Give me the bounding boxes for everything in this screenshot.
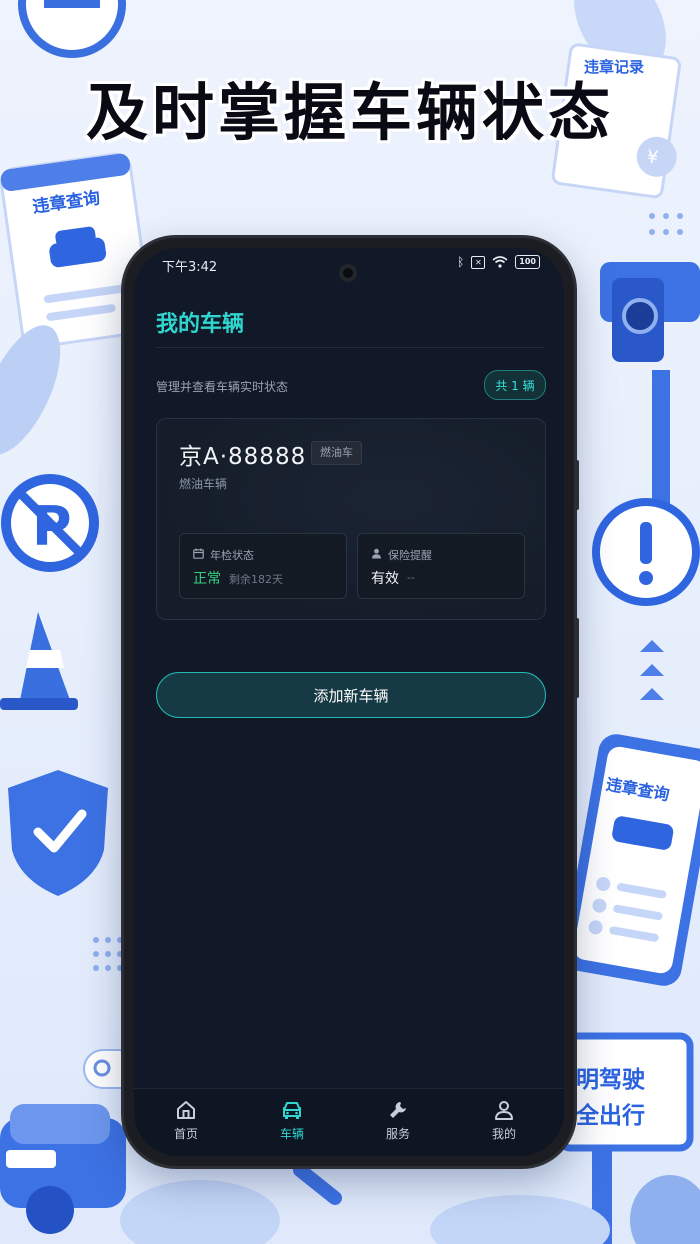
title-divider <box>156 347 544 348</box>
insurance-reminder-box[interactable]: 保险提醒 有效 -- <box>357 533 525 599</box>
page-title: 我的车辆 <box>156 312 245 337</box>
tab-home[interactable]: 首页 <box>156 1099 216 1142</box>
tab-services[interactable]: 服务 <box>368 1099 428 1142</box>
inspection-label: 年检状态 <box>210 549 254 562</box>
calendar-icon <box>193 548 204 559</box>
phone-frame: 下午3:42 ᛒ ✕ 100 我的车辆 管理并查看车辆实时状态 共 1 辆 京A… <box>124 238 579 1166</box>
tab-home-label: 首页 <box>173 1127 198 1141</box>
inspection-remaining: 剩余182天 <box>229 573 283 586</box>
promo-headline: 及时掌握车辆状态 <box>85 76 614 149</box>
add-vehicle-button[interactable]: 添加新车辆 <box>156 672 546 718</box>
inspection-value: 正常 <box>193 571 221 587</box>
insurance-label: 保险提醒 <box>388 549 432 562</box>
sim-icon: ✕ <box>471 255 486 269</box>
svg-text:P: P <box>32 495 72 558</box>
vehicle-card[interactable]: 京A·88888 燃油车 燃油车辆 年检状态 正常 剩余182天 保险提醒 有效… <box>156 418 546 620</box>
user-icon <box>495 1101 513 1120</box>
status-icons: ᛒ ✕ 100 <box>457 255 540 269</box>
tab-vehicles-label: 车辆 <box>279 1127 304 1141</box>
front-camera <box>339 264 357 282</box>
wifi-icon <box>492 256 508 268</box>
tab-vehicles[interactable]: 车辆 <box>262 1099 322 1142</box>
bottom-tab-bar: 首页 车辆 服务 我的 <box>134 1088 564 1156</box>
inspection-status-box[interactable]: 年检状态 正常 剩余182天 <box>179 533 347 599</box>
billboard-line-1: 明驾驶 <box>576 1067 645 1093</box>
wrench-icon <box>390 1102 406 1118</box>
vehicle-count-badge: 共 1 辆 <box>484 370 546 400</box>
fuel-type-tag: 燃油车 <box>311 441 362 465</box>
battery-icon: 100 <box>515 255 540 269</box>
volume-button <box>574 460 579 510</box>
person-icon <box>372 548 381 559</box>
bluetooth-icon: ᛒ <box>457 255 465 269</box>
status-time: 下午3:42 <box>162 260 218 275</box>
phone-screen: 下午3:42 ᛒ ✕ 100 我的车辆 管理并查看车辆实时状态 共 1 辆 京A… <box>134 248 564 1156</box>
tab-services-label: 服务 <box>385 1127 410 1141</box>
tab-profile[interactable]: 我的 <box>474 1099 534 1142</box>
power-button <box>574 618 579 698</box>
vehicle-type-desc: 燃油车辆 <box>179 477 228 491</box>
insurance-extra: -- <box>407 571 415 584</box>
home-icon <box>177 1101 195 1119</box>
billboard-line-2: 全出行 <box>576 1103 645 1129</box>
car-icon <box>283 1102 301 1119</box>
insurance-value: 有效 <box>371 571 399 587</box>
tab-profile-label: 我的 <box>491 1127 516 1141</box>
page-subtitle: 管理并查看车辆实时状态 <box>156 380 289 394</box>
license-plate: 京A·88888 <box>179 444 307 470</box>
